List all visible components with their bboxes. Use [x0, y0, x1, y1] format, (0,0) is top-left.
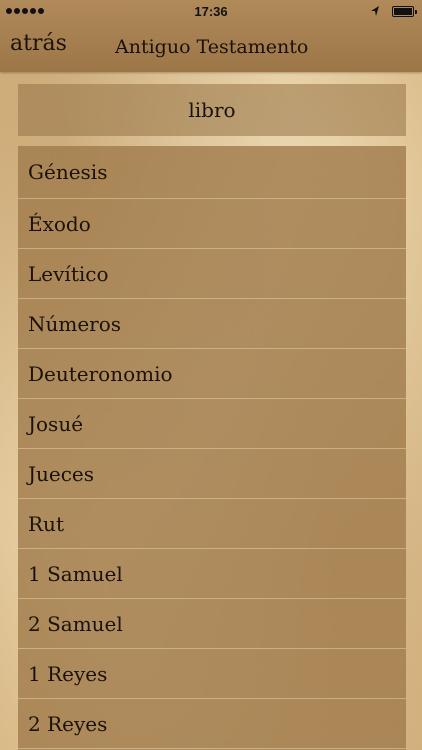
- list-item-book[interactable]: Éxodo: [18, 199, 406, 249]
- back-button[interactable]: atrás: [10, 31, 67, 56]
- navigation-bar: atrás Antiguo Testamento: [0, 28, 422, 72]
- list-item-book[interactable]: Levítico: [18, 249, 406, 299]
- page-title: Antiguo Testamento: [115, 36, 309, 58]
- list-item-book[interactable]: 2 Reyes: [18, 699, 406, 749]
- list-item-book[interactable]: Rut: [18, 499, 406, 549]
- list-item-book[interactable]: 1 Reyes: [18, 649, 406, 699]
- list-item-book[interactable]: Números: [18, 299, 406, 349]
- list-item-book[interactable]: 2 Samuel: [18, 599, 406, 649]
- book-list: Génesis Éxodo Levítico Números Deuterono…: [18, 146, 406, 750]
- status-time: 17:36: [194, 4, 228, 19]
- list-item-book[interactable]: Jueces: [18, 449, 406, 499]
- status-bar: 17:36: [0, 0, 422, 24]
- top-bar: 17:36 atrás Antiguo Testamento: [0, 0, 422, 72]
- list-item-book[interactable]: Deuteronomio: [18, 349, 406, 399]
- battery-icon: [392, 6, 417, 17]
- list-item-book[interactable]: 1 Samuel: [18, 549, 406, 599]
- section-header: libro: [18, 84, 406, 136]
- list-item-book[interactable]: Génesis: [18, 146, 406, 199]
- location-arrow-icon: [371, 6, 379, 16]
- list-item-book[interactable]: Josué: [18, 399, 406, 449]
